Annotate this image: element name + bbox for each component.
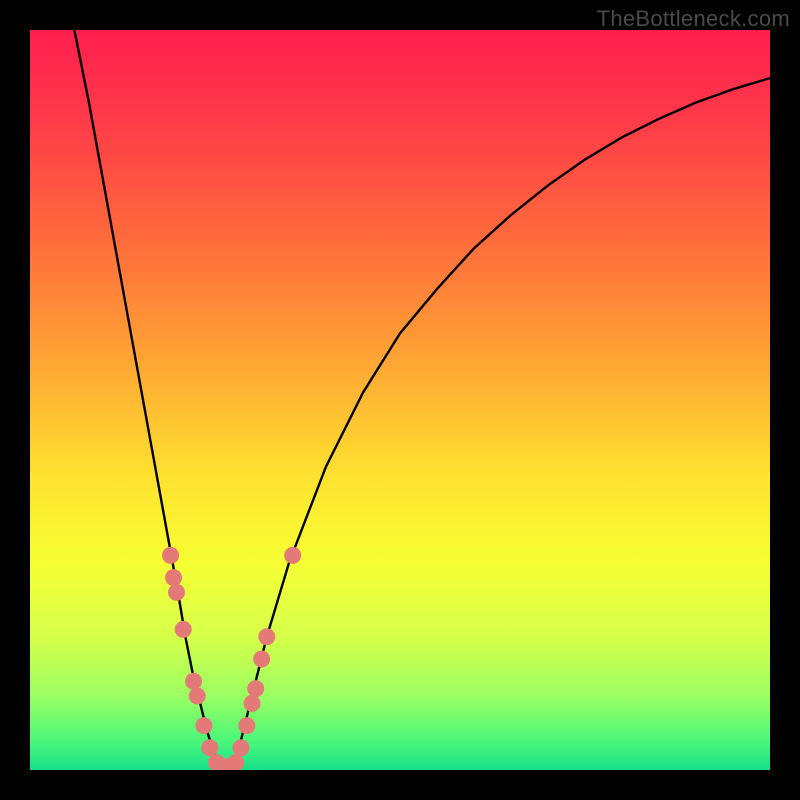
gradient-background [30, 30, 770, 770]
watermark-text: TheBottleneck.com [597, 6, 790, 32]
data-point [247, 680, 264, 697]
chart-container: TheBottleneck.com [0, 0, 800, 800]
data-point [201, 739, 218, 756]
data-point [185, 673, 202, 690]
data-point [175, 621, 192, 638]
data-point [165, 569, 182, 586]
data-point [258, 628, 275, 645]
data-point [162, 547, 179, 564]
data-point [232, 739, 249, 756]
data-point [189, 688, 206, 705]
data-point [244, 695, 261, 712]
data-point [168, 584, 185, 601]
plot-area [30, 30, 770, 770]
data-point [195, 717, 212, 734]
chart-svg [30, 30, 770, 770]
data-point [284, 547, 301, 564]
data-point [253, 651, 270, 668]
data-point [238, 717, 255, 734]
